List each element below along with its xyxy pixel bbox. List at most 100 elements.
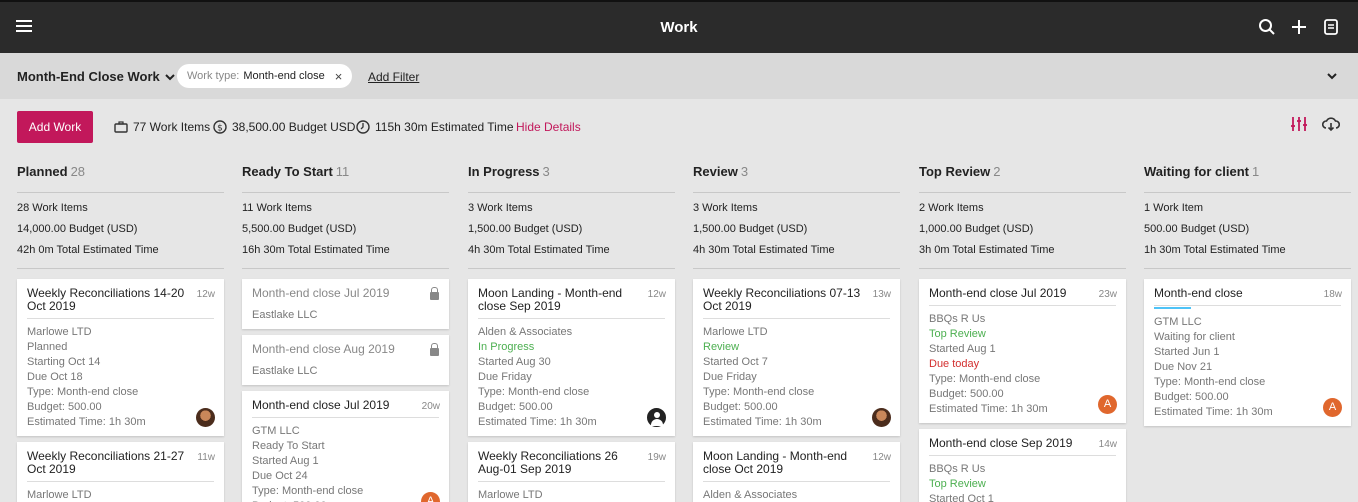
column-summary: 28 Work Items 14,000.00 Budget (USD) 42h 0… (17, 193, 224, 269)
column-summary-line: 14,000.00 Budget (USD) (17, 223, 138, 235)
card-detail: Marlowe LTD (703, 326, 768, 338)
briefcase-icon (114, 121, 128, 133)
plus-icon[interactable] (1290, 18, 1308, 36)
work-card[interactable]: Month-end close Jul 2019 20w GTM LLC Ready … (242, 391, 449, 502)
card-title: Month-end close Aug 2019 (252, 342, 395, 356)
cloud-download-icon[interactable] (1322, 116, 1340, 132)
hide-details-link[interactable]: Hide Details (516, 120, 581, 134)
card-detail: Budget: 500.00 (27, 401, 102, 413)
avatar[interactable]: A (1323, 398, 1342, 417)
work-card[interactable]: Moon Landing - Month-end close Sep 2019 1… (468, 279, 675, 436)
card-detail: Budget: 500.00 (703, 401, 778, 413)
card-detail: Review (703, 341, 740, 353)
card-list: Month-end close Jul 2019 23w BBQs R Us Top … (919, 279, 1126, 502)
card-title: Weekly Reconciliations 07-13 Oct 2019 (703, 287, 890, 319)
column-count: 2 (993, 164, 1001, 179)
board-column: Review 3 3 Work Items 1,500.00 Budget (USD)… (693, 160, 900, 502)
search-icon[interactable] (1258, 18, 1276, 36)
column-summary: 3 Work Items 1,500.00 Budget (USD) 4h 30m … (693, 193, 900, 269)
column-count: 1 (1251, 164, 1260, 179)
work-items-stat: 77 Work Items (114, 120, 210, 134)
column-summary-line: 500.00 Budget (USD) (1144, 223, 1250, 235)
card-list: Weekly Reconciliations 07-13 Oct 2019 13w… (693, 279, 900, 502)
lock-icon (430, 287, 439, 300)
card-detail: Estimated Time: 1h 30m (929, 403, 1048, 415)
work-card[interactable]: Weekly Reconciliations 21-27 Oct 2019 11w… (17, 442, 224, 502)
work-card[interactable]: Moon Landing - Month-end close Oct 2019 1… (693, 442, 900, 502)
card-detail: Due Friday (703, 371, 757, 383)
sliders-icon[interactable] (1290, 116, 1308, 132)
card-detail: Planned (27, 341, 68, 353)
card-detail: Budget: 500.00 (478, 401, 553, 413)
column-summary-line: 3h 0m Total Estimated Time (919, 244, 1055, 256)
avatar[interactable] (872, 408, 891, 427)
column-summary: 2 Work Items 1,000.00 Budget (USD) 3h 0m T… (919, 193, 1126, 269)
card-age: 12w (196, 289, 215, 300)
avatar[interactable]: A (1098, 395, 1117, 414)
card-list: Moon Landing - Month-end close Sep 2019 1… (468, 279, 675, 502)
card-age: 23w (1098, 289, 1117, 300)
column-count: 3 (740, 164, 749, 179)
add-filter-link[interactable]: Add Filter (368, 70, 419, 84)
card-detail: Due Oct 24 (252, 470, 308, 482)
card-detail: Estimated Time: 1h 30m (27, 416, 146, 428)
work-card[interactable]: Weekly Reconciliations 14-20 Oct 2019 12w… (17, 279, 224, 436)
card-detail: Budget: 500.00 (929, 388, 1004, 400)
column-summary-line: 3 Work Items (468, 202, 533, 214)
column-summary-line: 5,500.00 Budget (USD) (242, 223, 357, 235)
close-icon[interactable]: × (335, 69, 343, 84)
filter-chip[interactable]: Work type: Month-end close × (177, 64, 353, 88)
work-card[interactable]: Month-end close Aug 2019 Eastlake LLC (242, 335, 449, 385)
column-summary-line: 1 Work Item (1144, 202, 1204, 214)
board-column: Top Review 2 2 Work Items 1,000.00 Budget (… (919, 160, 1126, 502)
filter-bar: Month-End Close Work Work type: Month-en… (0, 53, 1358, 99)
card-list: Month-end close Jul 2019 Eastlake LLC Mont… (242, 279, 449, 502)
card-detail: BBQs R Us (929, 313, 986, 325)
card-title: Moon Landing - Month-end close Sep 2019 (478, 287, 665, 319)
card-detail: Marlowe LTD (478, 489, 543, 501)
column-header: Review 3 (693, 160, 900, 193)
card-detail: GTM LLC (252, 425, 300, 437)
work-card[interactable]: Month-end close Sep 2019 14w BBQs R Us Top … (919, 429, 1126, 502)
column-summary-line: 4h 30m Total Estimated Time (693, 244, 835, 256)
avatar[interactable] (647, 408, 666, 427)
work-card[interactable]: Month-end close Jul 2019 Eastlake LLC (242, 279, 449, 329)
budget-total: 38,500.00 Budget USD (232, 120, 356, 134)
column-title: Ready To Start (242, 164, 333, 179)
card-age: 18w (1323, 289, 1342, 300)
card-detail: Due Oct 18 (27, 371, 83, 383)
chevron-down-icon[interactable] (1326, 70, 1338, 82)
filter-chip-value: Month-end close (243, 70, 325, 82)
column-count: 28 (70, 164, 86, 179)
column-summary-line: 42h 0m Total Estimated Time (17, 244, 159, 256)
dollar-icon: $ (213, 120, 227, 134)
column-count: 3 (542, 164, 550, 179)
card-detail: Top Review (929, 328, 986, 340)
column-title: In Progress (468, 164, 540, 179)
view-selector[interactable]: Month-End Close Work (17, 69, 175, 84)
card-age: 11w (197, 452, 215, 463)
clock-icon (356, 120, 370, 134)
add-work-button[interactable]: Add Work (17, 111, 93, 143)
work-card[interactable]: Weekly Reconciliations 26 Aug-01 Sep 201… (468, 442, 675, 502)
view-name: Month-End Close Work (17, 69, 160, 84)
work-card[interactable]: Month-end close 18w GTM LLC Waiting for cli… (1144, 279, 1351, 426)
card-detail: Marlowe LTD (27, 326, 92, 338)
column-title: Review (693, 164, 738, 179)
avatar[interactable] (196, 408, 215, 427)
card-age: 12w (647, 289, 666, 300)
chevron-down-icon (165, 73, 175, 80)
work-items-count: 77 Work Items (133, 120, 211, 134)
column-title: Top Review (919, 164, 991, 179)
card-detail: Type: Month-end close (27, 386, 139, 398)
work-card[interactable]: Weekly Reconciliations 07-13 Oct 2019 13w… (693, 279, 900, 436)
card-age: 13w (872, 289, 891, 300)
column-header: Waiting for client 1 (1144, 160, 1351, 193)
filter-chip-label: Work type: (187, 70, 240, 82)
work-card[interactable]: Month-end close Jul 2019 23w BBQs R Us Top … (919, 279, 1126, 423)
card-detail: Started Aug 1 (929, 343, 996, 355)
card-detail: Type: Month-end close (1154, 376, 1266, 388)
column-summary: 11 Work Items 5,500.00 Budget (USD) 16h 30… (242, 193, 449, 269)
notes-icon[interactable] (1322, 18, 1340, 36)
card-age: 19w (647, 452, 666, 463)
